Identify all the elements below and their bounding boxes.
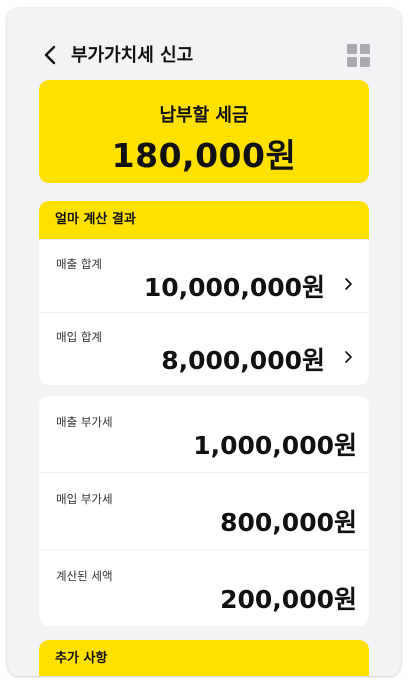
page-title: 부가가치세 신고 <box>71 45 194 66</box>
chevron-left-icon[interactable] <box>41 44 61 66</box>
chevron-right-icon[interactable] <box>343 277 353 291</box>
calculated-tax-row: 계산된 세액 200,000원 <box>39 549 369 626</box>
calculated-tax-value: 200,000원 <box>220 585 357 614</box>
purchase-vat-row: 매입 부가세 800,000원 <box>39 472 369 549</box>
summary-card: 얼마 계산 결과 매출 합계 10,000,000원 매입 합계 8,000,0… <box>39 201 369 385</box>
purchase-vat-value: 800,000원 <box>220 508 357 537</box>
purchase-total-row[interactable]: 매입 합계 8,000,000원 <box>39 312 369 385</box>
calculated-tax-label: 계산된 세액 <box>56 569 113 583</box>
tax-due-banner: 납부할 세금 180,000원 <box>39 80 369 183</box>
tax-detail-card: 매출 부가세 1,000,000원 매입 부가세 800,000원 계산된 세액… <box>39 396 369 626</box>
tax-due-label: 납부할 세금 <box>159 105 249 126</box>
sales-total-row[interactable]: 매출 합계 10,000,000원 <box>39 239 369 312</box>
purchase-vat-label: 매입 부가세 <box>56 492 113 506</box>
app-header: 부가가치세 신고 <box>7 8 401 80</box>
purchase-total-value: 8,000,000원 <box>161 346 325 375</box>
sales-total-label: 매출 합계 <box>56 257 102 271</box>
sales-vat-value: 1,000,000원 <box>193 431 357 460</box>
grid-icon[interactable] <box>347 44 371 68</box>
extra-card: 추가 사항 <box>39 640 369 676</box>
sales-vat-label: 매출 부가세 <box>56 415 113 429</box>
chevron-right-icon[interactable] <box>343 350 353 364</box>
tax-due-amount: 180,000원 <box>111 136 297 175</box>
purchase-total-label: 매입 합계 <box>56 330 102 344</box>
summary-heading: 얼마 계산 결과 <box>39 201 369 239</box>
app-screen: 부가가치세 신고 납부할 세금 180,000원 얼마 계산 결과 매출 합계 … <box>7 8 401 676</box>
sales-total-value: 10,000,000원 <box>143 273 325 302</box>
extra-heading: 추가 사항 <box>39 640 369 676</box>
sales-vat-row: 매출 부가세 1,000,000원 <box>39 396 369 472</box>
